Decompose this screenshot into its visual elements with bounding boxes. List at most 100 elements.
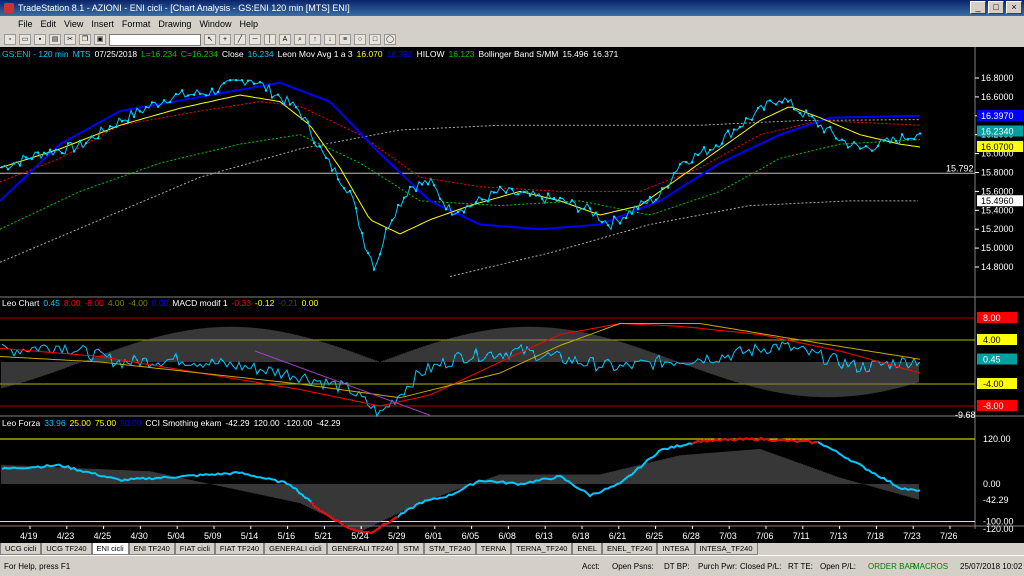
tab-terna[interactable]: TERNA <box>475 543 512 555</box>
close-price-dot <box>696 153 700 157</box>
close-price-dot <box>738 125 742 129</box>
cut-icon[interactable]: ✂ <box>64 34 76 45</box>
copy-icon[interactable]: ❐ <box>79 34 91 45</box>
close-price-dot <box>294 106 298 109</box>
close-price-dot <box>78 139 82 143</box>
date-tick-label: 6/18 <box>572 531 590 541</box>
close-price-dot <box>462 211 466 214</box>
menu-drawing[interactable]: Drawing <box>158 19 191 29</box>
print-icon[interactable]: ▤ <box>49 34 61 45</box>
close-price-dot <box>402 196 406 199</box>
fib-icon[interactable]: ≡ <box>339 34 351 45</box>
close-price-dot <box>750 118 754 122</box>
close-price-dot <box>18 164 22 167</box>
text-icon[interactable]: A <box>279 34 291 45</box>
tab-eni-tf240[interactable]: ENI TF240 <box>128 543 175 555</box>
minimize-button[interactable]: _ <box>970 1 986 14</box>
close-price-dot <box>828 125 832 129</box>
chart-canvas[interactable]: 16.800016.600016.400016.200016.000015.80… <box>0 47 1024 543</box>
menu-format[interactable]: Format <box>122 19 151 29</box>
vline-icon[interactable]: │ <box>264 34 276 45</box>
menu-window[interactable]: Window <box>199 19 231 29</box>
close-price-dot <box>672 171 676 175</box>
close-eq-label: C=16.234 <box>180 49 218 59</box>
cci-v4: 50.00 <box>120 418 142 428</box>
close-price-dot <box>324 156 328 160</box>
close-price-dot <box>900 133 904 136</box>
menu-view[interactable]: View <box>64 19 83 29</box>
tab-stm-tf240[interactable]: STM_TF240 <box>424 543 476 555</box>
osc-v6: 0.00 <box>151 298 169 308</box>
close-price-dot <box>438 197 442 200</box>
tab-ucg-cicli[interactable]: UCG cicli <box>0 543 42 555</box>
tab-enel-tf240[interactable]: ENEL_TF240 <box>602 543 658 555</box>
close-price-dot <box>546 192 550 195</box>
arrow-down-icon[interactable]: ↓ <box>324 34 336 45</box>
menu-help[interactable]: Help <box>239 19 258 29</box>
close-price-dot <box>510 187 514 191</box>
close-price-dot <box>660 187 664 190</box>
paste-icon[interactable]: ▣ <box>94 34 106 45</box>
rect-icon[interactable]: □ <box>369 34 381 45</box>
price-tick-label: 15.2000 <box>981 224 1014 234</box>
circle-icon[interactable]: ○ <box>354 34 366 45</box>
cci-v3: 75.00 <box>94 418 117 428</box>
close-price-dot <box>630 212 634 215</box>
arrow-up-icon[interactable]: ↑ <box>309 34 321 45</box>
close-price-dot <box>852 141 856 144</box>
close-price-dot <box>648 195 652 199</box>
close-price-dot <box>870 149 874 152</box>
title-bar: TradeStation 8.1 - AZIONI - ENI cicli - … <box>0 0 1024 16</box>
tab-eni-cicli[interactable]: ENI cicli <box>91 543 129 555</box>
tab-fiat-tf240[interactable]: FIAT TF240 <box>214 543 265 555</box>
tab-enel[interactable]: ENEL <box>572 543 603 555</box>
close-price-dot <box>60 151 64 155</box>
close-price-dot <box>588 207 592 210</box>
symbol-select[interactable] <box>109 33 201 46</box>
date-tick-label: 4/30 <box>130 531 148 541</box>
close-button[interactable]: × <box>1006 1 1022 14</box>
tab-stm[interactable]: STM <box>398 543 425 555</box>
tab-generali-cicli[interactable]: GENERALI cicli <box>264 543 327 555</box>
status-order-bar[interactable]: ORDER BAR <box>868 562 916 571</box>
cursor-icon[interactable]: ↖ <box>204 34 216 45</box>
hline-icon[interactable]: ─ <box>249 34 261 45</box>
close-price-dot <box>234 78 238 82</box>
close-price-dot <box>258 80 262 84</box>
status-datetime: 25/07/2018 10:02 <box>960 561 1023 571</box>
menu-edit[interactable]: Edit <box>41 19 57 29</box>
close-price-dot <box>174 92 178 96</box>
tab-intesa-tf240[interactable]: INTESA_TF240 <box>694 543 758 555</box>
close-price-dot <box>666 186 670 189</box>
price-header: GS:ENI - 120 min MTS 07/25/2018 L=16.234… <box>2 49 618 59</box>
new-icon[interactable]: ▫ <box>4 34 16 45</box>
status-macros[interactable]: MACROS <box>913 562 948 571</box>
zoom-icon[interactable]: ⌕ <box>294 34 306 45</box>
date-tick-label: 6/05 <box>462 531 480 541</box>
close-price-dot <box>150 101 154 104</box>
close-price-dot <box>840 138 844 141</box>
save-icon[interactable]: ▪ <box>34 34 46 45</box>
tab-fiat-cicli[interactable]: FIAT cicli <box>174 543 215 555</box>
ellipse-icon[interactable]: ◯ <box>384 34 396 45</box>
tab-intesa[interactable]: INTESA <box>657 543 695 555</box>
boll-value-1: 15.496 <box>562 49 589 59</box>
close-price-dot <box>540 197 544 200</box>
menu-file[interactable]: File <box>18 19 33 29</box>
chart-area[interactable]: 16.800016.600016.400016.200016.000015.80… <box>0 47 1024 543</box>
trendline-icon[interactable]: ╱ <box>234 34 246 45</box>
menu-insert[interactable]: Insert <box>91 19 114 29</box>
close-value: 16.234 <box>247 49 274 59</box>
osc-marker-label: 4.00 <box>983 335 1001 345</box>
crosshair-icon[interactable]: + <box>219 34 231 45</box>
date-tick-label: 4/23 <box>57 531 75 541</box>
date-tick-label: 6/28 <box>682 531 700 541</box>
close-price-dot <box>582 207 586 210</box>
tab-ucg-tf240[interactable]: UCG TF240 <box>41 543 92 555</box>
open-icon[interactable]: ▭ <box>19 34 31 45</box>
tab-generali-tf240[interactable]: GENERALI TF240 <box>326 543 399 555</box>
close-price-dot <box>636 207 640 211</box>
maximize-button[interactable]: □ <box>988 1 1004 14</box>
tab-terna-tf240[interactable]: TERNA_TF240 <box>511 543 573 555</box>
close-price-dot <box>534 194 538 197</box>
